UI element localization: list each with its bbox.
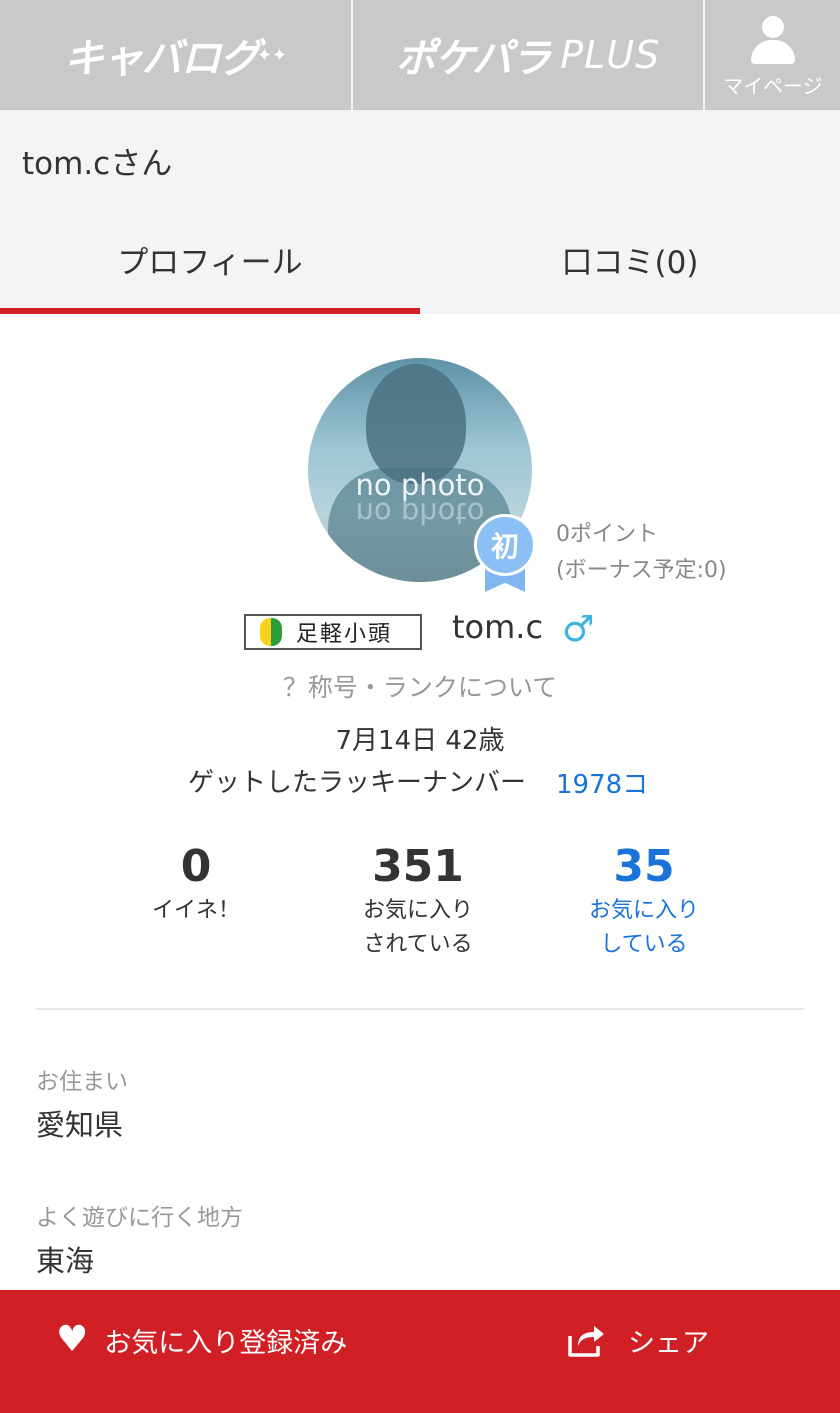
rank-title-badge: 足軽小頭 bbox=[244, 614, 422, 650]
male-icon: ♂ bbox=[562, 609, 595, 650]
tab-profile[interactable]: プロフィール bbox=[0, 204, 420, 314]
pokepara-logo: ポケパラ bbox=[395, 36, 551, 82]
favorite-label: お気に入り登録済み bbox=[104, 1327, 348, 1359]
favorite-button[interactable]: ♥ お気に入り登録済み bbox=[56, 1290, 347, 1390]
mypage-button[interactable]: マイページ bbox=[706, 0, 840, 110]
stat-favoriting-link[interactable]: 35 お気に入り している bbox=[524, 840, 764, 962]
username: tom.c bbox=[452, 608, 544, 646]
points-current: 0ポイント bbox=[556, 522, 658, 547]
plus-text: PLUS bbox=[560, 33, 661, 77]
stat-favorited-by: 351 お気に入り されている bbox=[298, 840, 538, 962]
badge-label: 初 bbox=[474, 514, 536, 576]
silhouette-head bbox=[366, 364, 466, 484]
lucky-number-count[interactable]: 1978コ bbox=[556, 764, 648, 801]
divider bbox=[36, 1008, 804, 1010]
stat-likes-label: イイネ！ bbox=[151, 898, 240, 923]
share-icon bbox=[568, 1326, 604, 1357]
share-button[interactable]: シェア bbox=[566, 1290, 709, 1390]
mypage-label: マイページ bbox=[723, 73, 823, 98]
stat-favoriting-label: お気に入り している bbox=[588, 898, 699, 957]
lucky-number-label: ゲットしたラッキーナンバー bbox=[188, 768, 527, 798]
stat-likes-value: 0 bbox=[180, 841, 212, 892]
rank-title: 足軽小頭 bbox=[296, 622, 393, 647]
pokepara-plus-logo-link[interactable]: ポケパラ PLUS bbox=[353, 0, 703, 110]
area-value: 東海 bbox=[36, 1244, 95, 1278]
active-tab-indicator bbox=[0, 308, 420, 314]
residence-label: お住まい bbox=[36, 1069, 128, 1095]
bottom-action-bar: ♥ お気に入り登録済み シェア bbox=[0, 1290, 840, 1413]
stat-favorited-by-label: お気に入り されている bbox=[362, 898, 473, 957]
area-label: よく遊びに行く地方 bbox=[36, 1205, 243, 1231]
residence-value: 愛知県 bbox=[36, 1108, 124, 1142]
tab-reviews[interactable]: 口コミ(0) bbox=[420, 204, 840, 314]
stars-icon: ✦✦ bbox=[256, 44, 288, 66]
beginner-badge-icon: 初 bbox=[474, 514, 536, 594]
birthday-age: 7月14日 42歳 bbox=[335, 726, 505, 756]
stat-favoriting-value: 35 bbox=[613, 841, 675, 892]
points-info: 0ポイント (ボーナス予定:0) bbox=[556, 517, 727, 589]
cabalog-logo-link[interactable]: キャバログ ✦✦ bbox=[0, 0, 351, 110]
rank-info-link[interactable]: ？称号・ランクについて bbox=[0, 668, 840, 704]
cabalog-logo: キャバログ bbox=[63, 36, 260, 82]
top-nav: キャバログ ✦✦ ポケパラ PLUS マイページ bbox=[0, 0, 840, 110]
beginner-leaf-icon bbox=[260, 618, 282, 646]
points-bonus: (ボーナス予定:0) bbox=[556, 558, 727, 583]
user-icon bbox=[749, 15, 797, 66]
share-label: シェア bbox=[628, 1327, 709, 1359]
profile-header: tom.cさん プロフィール 口コミ(0) bbox=[0, 110, 840, 314]
heart-icon: ♥ bbox=[56, 1319, 89, 1360]
stat-likes: 0 イイネ！ bbox=[76, 840, 316, 928]
page-title: tom.cさん bbox=[22, 146, 173, 182]
stat-favorited-by-value: 351 bbox=[372, 841, 464, 892]
nav-divider bbox=[703, 0, 705, 110]
